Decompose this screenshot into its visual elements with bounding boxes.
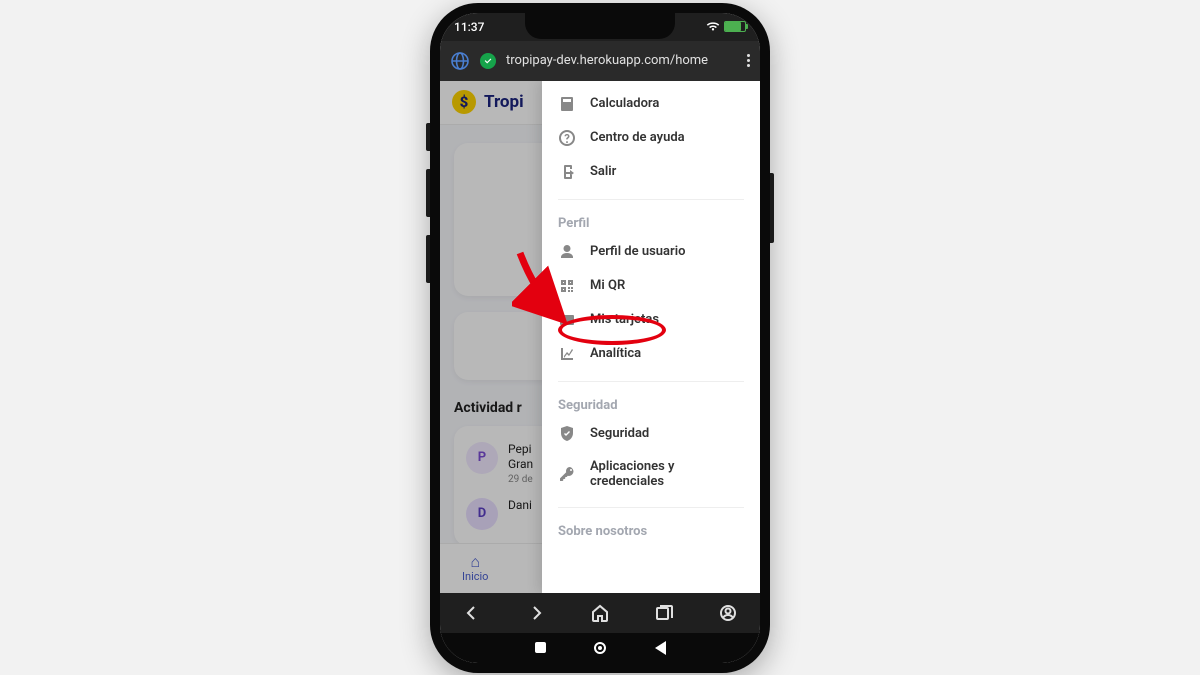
nav-tabs-icon[interactable] — [653, 602, 675, 624]
drawer-section-title: Perfil — [542, 210, 760, 235]
calculator-icon — [558, 95, 576, 113]
android-nav — [440, 633, 760, 663]
side-drawer[interactable]: Calculadora Centro de ayuda Salir Perfil Per… — [542, 81, 760, 593]
battery-icon — [724, 21, 746, 32]
drawer-item-chart[interactable]: Analítica — [542, 337, 760, 371]
key-icon — [558, 465, 576, 483]
divider — [558, 507, 744, 508]
drawer-item-calculator[interactable]: Calculadora — [542, 87, 760, 121]
logout-icon — [558, 163, 576, 181]
android-back-icon[interactable] — [653, 641, 667, 655]
chart-icon — [558, 345, 576, 363]
nav-home-icon[interactable] — [589, 602, 611, 624]
phone-frame: 11:37 tropipay-dev.herokuapp.com/home $ … — [430, 3, 770, 673]
drawer-item-label: Perfil de usuario — [590, 244, 685, 259]
drawer-item-shield[interactable]: Seguridad — [542, 417, 760, 451]
home-icon: ⌂ — [462, 554, 488, 570]
drawer-item-user[interactable]: Perfil de usuario — [542, 235, 760, 269]
qr-icon — [558, 277, 576, 295]
shield-icon — [558, 425, 576, 443]
drawer-section-title: Sobre nosotros — [542, 518, 760, 543]
drawer-item-label: Analítica — [590, 346, 641, 361]
divider — [558, 381, 744, 382]
drawer-item-logout[interactable]: Salir — [542, 155, 760, 189]
card-icon — [558, 311, 576, 329]
nav-forward-icon[interactable] — [525, 602, 547, 624]
user-icon — [558, 243, 576, 261]
url-bar[interactable]: tropipay-dev.herokuapp.com/home — [506, 53, 737, 68]
wifi-icon — [706, 22, 720, 32]
browser-nav — [440, 593, 760, 633]
browser-menu-icon[interactable] — [747, 54, 750, 67]
brand-logo-icon: $ — [452, 90, 476, 114]
drawer-item-card[interactable]: Mis tarjetas — [542, 303, 760, 337]
android-home-icon[interactable] — [593, 641, 607, 655]
drawer-item-help[interactable]: Centro de ayuda — [542, 121, 760, 155]
status-time: 11:37 — [454, 20, 484, 34]
drawer-item-label: Centro de ayuda — [590, 130, 685, 145]
drawer-item-qr[interactable]: Mi QR — [542, 269, 760, 303]
drawer-item-label: Salir — [590, 164, 616, 179]
drawer-item-label: Seguridad — [590, 426, 649, 441]
secure-badge-icon — [480, 53, 496, 69]
drawer-item-label: Aplicaciones y credenciales — [590, 459, 744, 489]
avatar: P — [466, 442, 498, 474]
drawer-item-label: Mis tarjetas — [590, 312, 659, 327]
android-recent-icon[interactable] — [533, 641, 547, 655]
brand-name: Tropi — [484, 92, 524, 112]
drawer-item-key[interactable]: Aplicaciones y credenciales — [542, 451, 760, 497]
globe-icon[interactable] — [450, 51, 470, 71]
nav-back-icon[interactable] — [461, 602, 483, 624]
nav-home[interactable]: ⌂ Inicio — [462, 554, 488, 583]
divider — [558, 199, 744, 200]
drawer-item-label: Mi QR — [590, 278, 625, 293]
drawer-section-title: Seguridad — [542, 392, 760, 417]
status-indicators — [706, 21, 746, 32]
avatar: D — [466, 498, 498, 530]
browser-bar: tropipay-dev.herokuapp.com/home — [440, 41, 760, 81]
help-icon — [558, 129, 576, 147]
nav-profile-icon[interactable] — [717, 602, 739, 624]
screen: 11:37 tropipay-dev.herokuapp.com/home $ … — [440, 13, 760, 663]
drawer-item-label: Calculadora — [590, 96, 659, 111]
